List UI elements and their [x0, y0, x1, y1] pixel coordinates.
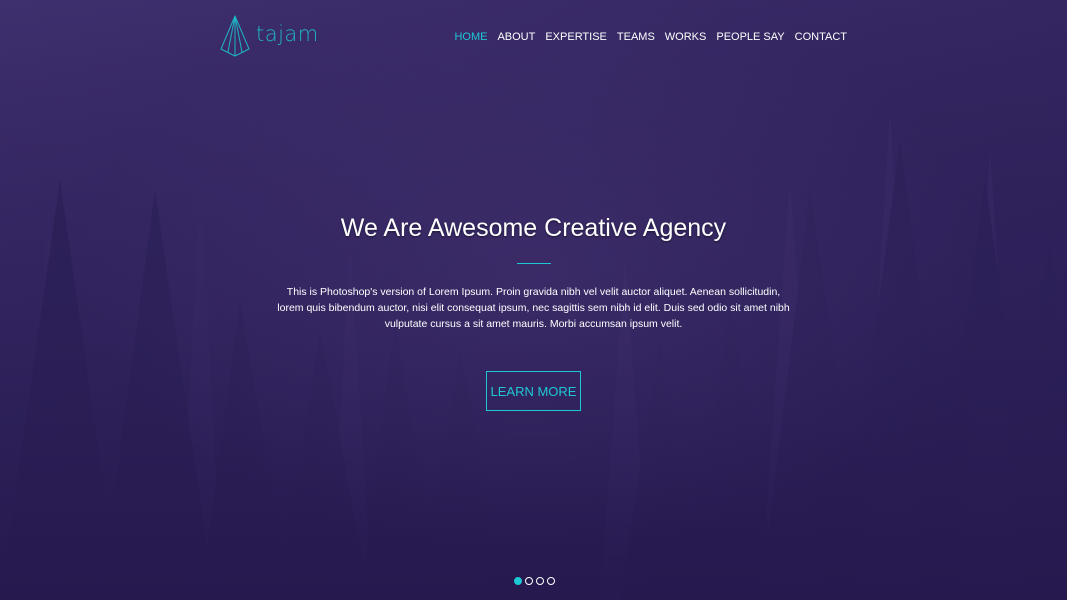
- main-nav: HOME ABOUT EXPERTISE TEAMS WORKS PEOPLE …: [454, 31, 847, 43]
- nav-item-home[interactable]: HOME: [454, 31, 487, 43]
- hero-description: This is Photoshop's version of Lorem Ips…: [277, 286, 790, 330]
- hero-section: tajam HOME ABOUT EXPERTISE TEAMS WORKS P…: [0, 0, 1067, 600]
- slider-dot-3[interactable]: [536, 577, 544, 585]
- nav-item-contact[interactable]: CONTACT: [795, 31, 847, 43]
- brand-logo[interactable]: tajam: [219, 14, 319, 58]
- brand-name: tajam: [256, 22, 319, 46]
- slider-pagination: [514, 577, 555, 585]
- nav-item-works[interactable]: WORKS: [665, 31, 707, 43]
- hero-title: We Are Awesome Creative Agency: [340, 214, 727, 242]
- slider-dot-1[interactable]: [514, 577, 522, 585]
- slider-dot-4[interactable]: [547, 577, 555, 585]
- nav-item-about[interactable]: ABOUT: [497, 31, 535, 43]
- nav-item-expertise[interactable]: EXPERTISE: [545, 31, 607, 43]
- nav-item-teams[interactable]: TEAMS: [617, 31, 655, 43]
- nav-item-people-say[interactable]: PEOPLE SAY: [716, 31, 784, 43]
- learn-more-button[interactable]: LEARN MORE: [486, 371, 581, 411]
- title-divider: [517, 263, 551, 264]
- slider-dot-2[interactable]: [525, 577, 533, 585]
- paper-plane-logo-icon: [220, 15, 250, 57]
